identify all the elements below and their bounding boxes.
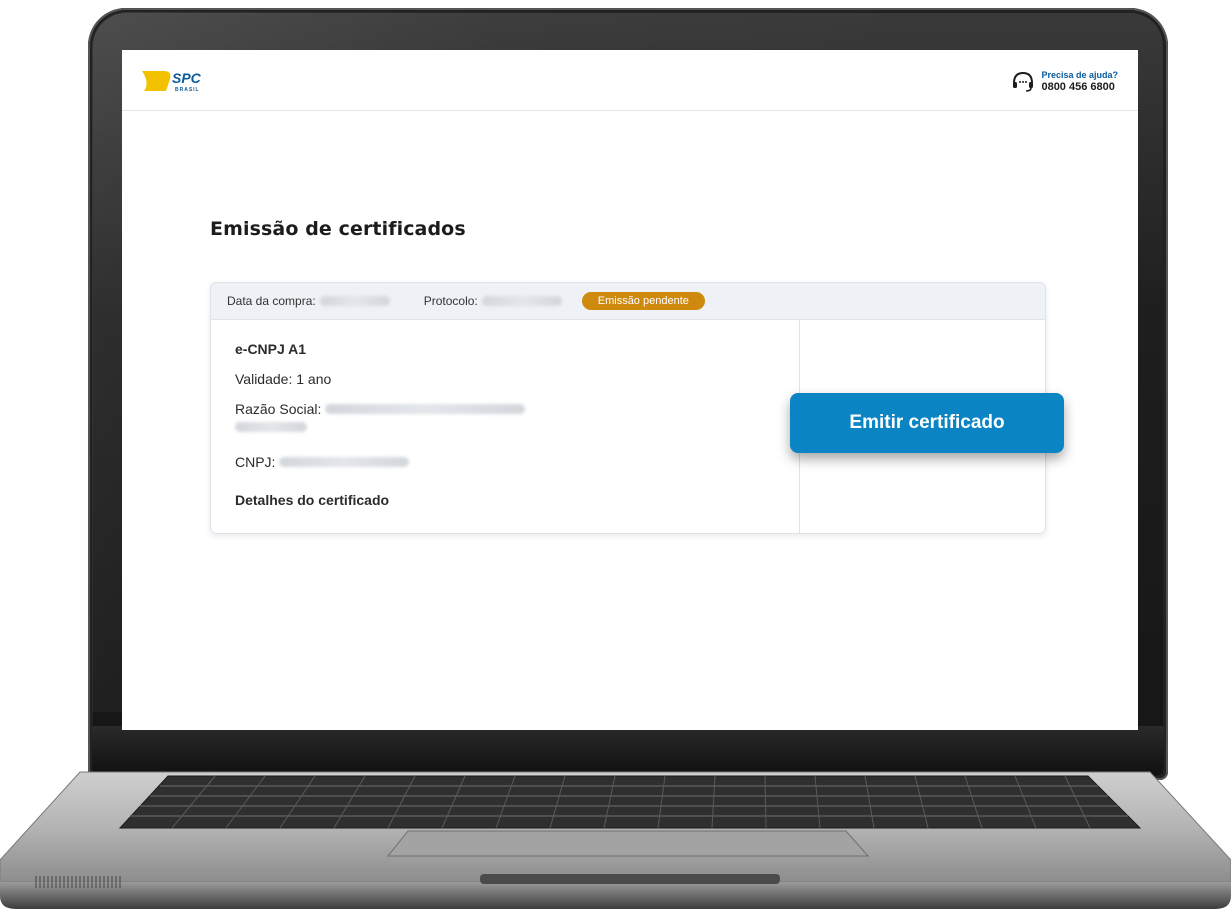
validity-text: Validade: 1 ano	[235, 371, 332, 387]
help-contact[interactable]: Precisa de ajuda? 0800 456 6800	[1011, 65, 1118, 97]
laptop-base	[0, 771, 1231, 909]
protocol-value-redacted	[481, 296, 562, 306]
company-value-redacted-2	[235, 422, 307, 432]
purchase-date-field: Data da compra:	[227, 294, 390, 308]
company-label: Razão Social:	[235, 401, 322, 417]
card-header: Data da compra: Protocolo: Emissão pende…	[211, 283, 1045, 320]
spc-brasil-logo[interactable]: SPC BRASIL	[142, 69, 204, 93]
help-title: Precisa de ajuda?	[1041, 70, 1118, 80]
purchase-date-label: Data da compra:	[227, 294, 316, 308]
protocol-label: Protocolo:	[423, 294, 478, 308]
app-screen: SPC BRASIL Precisa de ajuda? 0800 456 68…	[122, 50, 1138, 730]
emit-certificate-button[interactable]: Emitir certificado	[790, 393, 1064, 453]
logo-subtext: BRASIL	[175, 87, 200, 93]
page-title: Emissão de certificados	[210, 218, 466, 240]
certificate-info: e-CNPJ A1 Validade: 1 ano Razão Social: …	[211, 320, 800, 533]
headset-icon	[1013, 71, 1034, 92]
purchase-date-value-redacted	[319, 296, 390, 306]
protocol-field: Protocolo:	[424, 294, 562, 308]
cnpj-label: CNPJ:	[235, 454, 276, 470]
cnpj-value-redacted	[279, 457, 410, 467]
company-value-redacted	[325, 404, 526, 414]
logo-wordmark: SPC	[172, 70, 202, 86]
status-badge: Emissão pendente	[581, 292, 705, 310]
help-phone[interactable]: 0800 456 6800	[1041, 81, 1114, 93]
product-name: e-CNPJ A1	[235, 341, 307, 357]
details-link[interactable]: Detalhes do certificado	[235, 492, 389, 508]
app-header: SPC BRASIL Precisa de ajuda? 0800 456 68…	[122, 50, 1138, 111]
company-name-field: Razão Social:	[235, 401, 526, 417]
cnpj-field: CNPJ:	[235, 454, 410, 470]
company-value-line2	[235, 422, 307, 432]
